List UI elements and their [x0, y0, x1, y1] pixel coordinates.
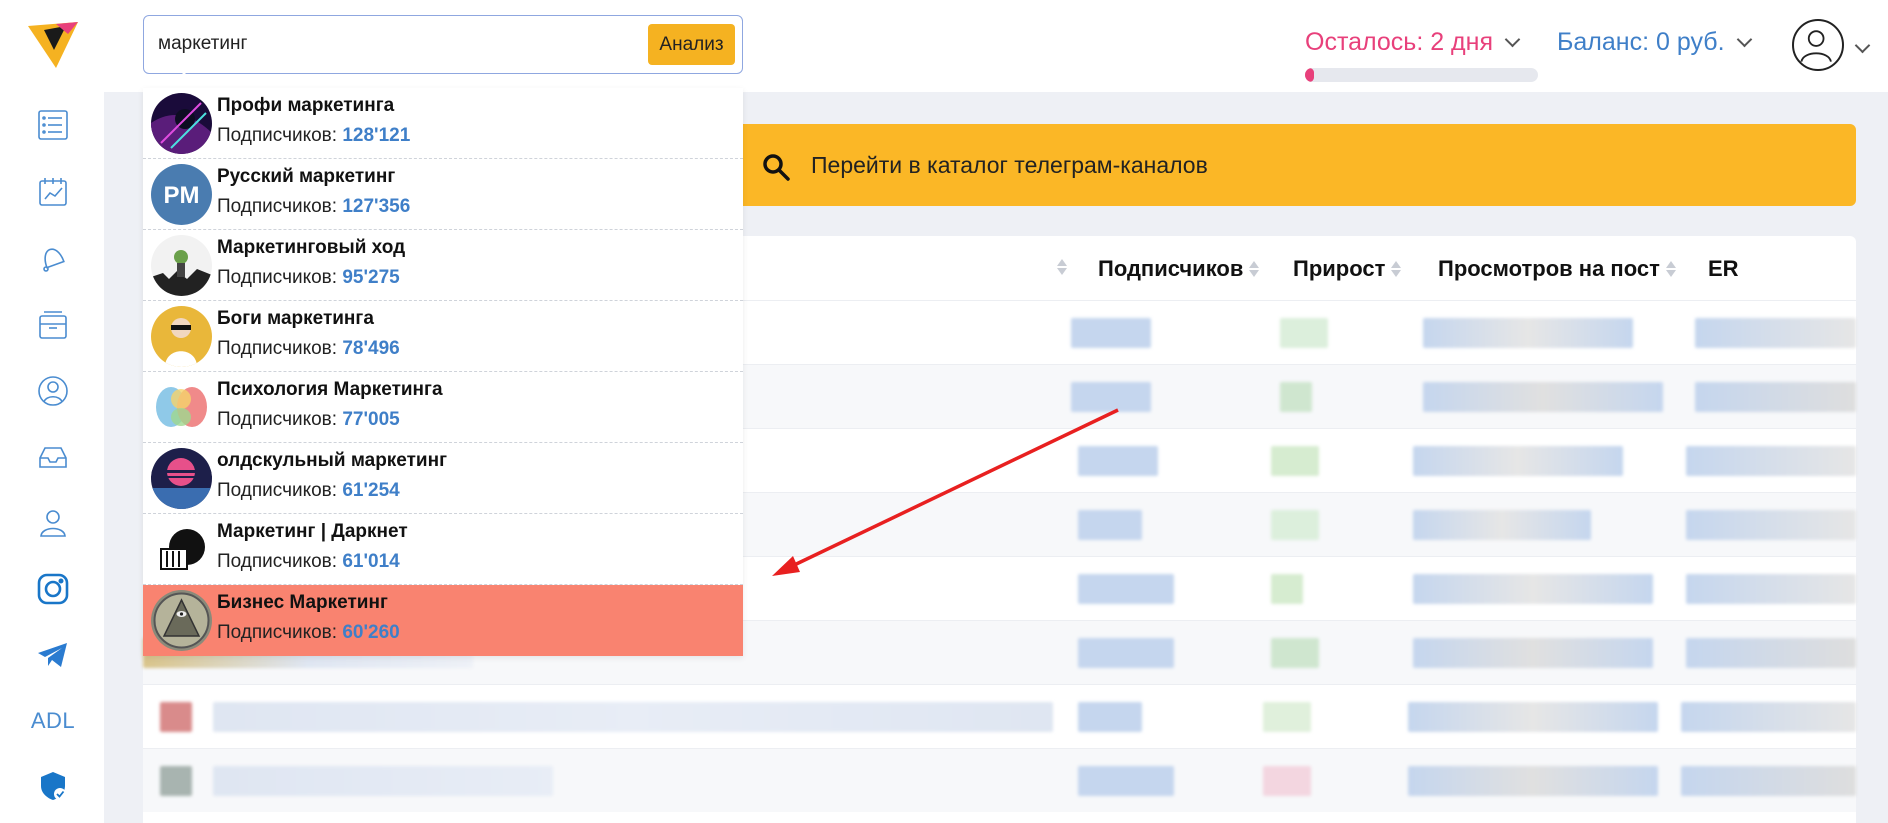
svg-text:PM: PM: [164, 182, 200, 209]
sort-icon: [1391, 260, 1402, 278]
suggestion-item[interactable]: Боги маркетинга Подписчиков: 78'496: [143, 301, 743, 372]
users-icon[interactable]: [35, 505, 71, 541]
app-logo[interactable]: [26, 20, 80, 72]
search-icon: [763, 154, 790, 181]
column-header-er[interactable]: ER: [1708, 256, 1739, 282]
suggestion-item[interactable]: Маркетинговый ход Подписчиков: 95'275: [143, 230, 743, 301]
report-icon[interactable]: [35, 174, 71, 210]
sidebar: ADL: [0, 0, 104, 823]
channel-avatar: [151, 93, 212, 154]
channel-name: Бизнес Маркетинг: [217, 592, 388, 613]
user-avatar[interactable]: [1792, 19, 1844, 71]
remaining-days-menu[interactable]: Осталось: 2 дня: [1305, 28, 1521, 57]
shield-check-icon[interactable]: [35, 768, 71, 804]
sort-icon: [1249, 260, 1260, 278]
suggestion-item[interactable]: Профи маркетинга Подписчиков: 128'121: [143, 88, 743, 159]
analyze-button[interactable]: Анализ: [648, 24, 735, 65]
sort-icon[interactable]: [1057, 258, 1067, 276]
dropdown-caret: [175, 72, 193, 81]
catalog-link-label: Перейти в каталог телеграм-каналов: [811, 152, 1208, 178]
channel-avatar: PM: [151, 164, 212, 225]
channel-avatar: [151, 306, 212, 367]
sort-icon: [1665, 260, 1676, 278]
telegram-icon[interactable]: [35, 637, 71, 673]
suggestion-item[interactable]: Психология Маркетинга Подписчиков: 77'00…: [143, 372, 743, 443]
archive-icon[interactable]: [35, 307, 71, 343]
channel-name: Профи маркетинга: [217, 95, 395, 116]
list-icon[interactable]: [35, 107, 71, 143]
suggestion-item[interactable]: Маркетинг | Даркнет Подписчиков: 61'014: [143, 514, 743, 585]
subscribers-line: Подписчиков: 77'005: [217, 409, 400, 430]
subscribers-line: Подписчиков: 95'275: [217, 267, 400, 288]
subscribers-line: Подписчиков: 127'356: [217, 196, 411, 217]
adl-link[interactable]: ADL: [31, 703, 75, 739]
agent-icon[interactable]: [35, 373, 71, 409]
search-box: Анализ: [143, 15, 743, 74]
chevron-down-icon: [1504, 31, 1521, 47]
chevron-down-icon: [1736, 31, 1752, 47]
channel-avatar: [151, 377, 212, 438]
channel-avatar: [151, 590, 212, 651]
channel-avatar: [151, 448, 212, 509]
channel-name: Маркетинг | Даркнет: [217, 521, 408, 542]
remaining-progress-bar: [1305, 68, 1538, 82]
suggestion-item[interactable]: олдскульный маркетинг Подписчиков: 61'25…: [143, 443, 743, 514]
column-header-subscribers[interactable]: Подписчиков: [1098, 256, 1260, 282]
instagram-icon[interactable]: [35, 571, 71, 607]
channel-name: Боги маркетинга: [217, 308, 374, 329]
subscribers-line: Подписчиков: 61'014: [217, 551, 400, 572]
suggestion-item-selected[interactable]: Бизнес Маркетинг Подписчиков: 60'260: [143, 585, 743, 656]
subscribers-line: Подписчиков: 78'496: [217, 338, 400, 359]
channel-avatar: [151, 519, 212, 580]
subscribers-line: Подписчиков: 61'254: [217, 480, 400, 501]
channel-avatar: [151, 235, 212, 296]
column-header-views-per-post[interactable]: Просмотров на пост: [1438, 256, 1676, 282]
channel-name: Маркетинговый ход: [217, 237, 406, 258]
subscribers-line: Подписчиков: 60'260: [217, 622, 400, 643]
remaining-days-label: Осталось: 2 дня: [1305, 28, 1493, 56]
balance-label: Баланс: 0 руб.: [1557, 28, 1725, 56]
inbox-icon[interactable]: [35, 439, 71, 475]
bell-icon[interactable]: [35, 240, 71, 276]
column-header-growth[interactable]: Прирост: [1293, 256, 1402, 282]
subscribers-line: Подписчиков: 128'121: [217, 125, 411, 146]
search-suggestions-dropdown: Профи маркетинга Подписчиков: 128'121 PM…: [143, 88, 743, 656]
suggestion-item[interactable]: PM Русский маркетинг Подписчиков: 127'35…: [143, 159, 743, 230]
table-row[interactable]: [143, 748, 1856, 812]
channel-name: Психология Маркетинга: [217, 379, 443, 400]
table-row[interactable]: [143, 684, 1856, 748]
remaining-progress-fill: [1305, 68, 1315, 82]
search-input[interactable]: [158, 26, 628, 62]
balance-menu[interactable]: Баланс: 0 руб.: [1557, 28, 1752, 57]
channel-name: Русский маркетинг: [217, 166, 396, 187]
channel-name: олдскульный маркетинг: [217, 450, 447, 471]
